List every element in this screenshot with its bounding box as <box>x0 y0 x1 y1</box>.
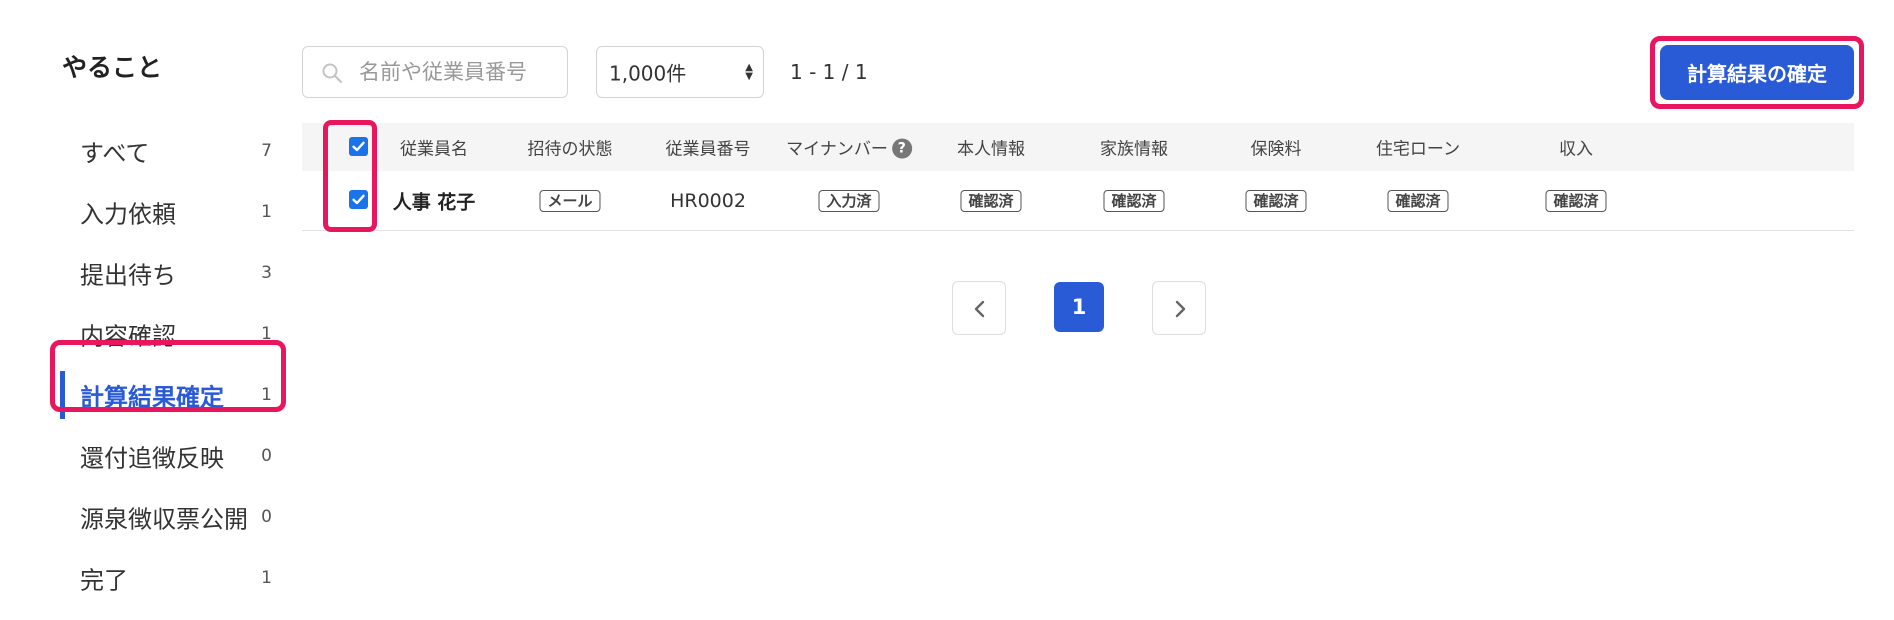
search-icon <box>322 63 343 84</box>
checkmark-icon <box>352 194 365 205</box>
column-header-income: 収入 <box>1559 139 1593 160</box>
status-badge: 確認済 <box>1103 189 1165 212</box>
select-all-checkbox[interactable] <box>349 137 368 156</box>
sidebar-item-count: 7 <box>261 141 272 161</box>
sidebar-item-label: 内容確認 <box>80 322 176 351</box>
sidebar-item-complete[interactable]: 完了 1 <box>60 552 284 604</box>
sidebar-item-content-review[interactable]: 内容確認 1 <box>60 308 284 360</box>
sidebar-item-all[interactable]: すべて 7 <box>60 125 284 177</box>
sidebar-item-count: 3 <box>261 263 272 283</box>
status-badge: メール <box>539 189 601 212</box>
status-badge: 確認済 <box>960 189 1022 212</box>
sidebar-item-label: 完了 <box>80 566 128 595</box>
prev-page-button[interactable] <box>952 281 1006 335</box>
per-page-select[interactable]: 1,000件 ▲ ▼ <box>596 46 764 98</box>
insurance-status-cell: 確認済 <box>1245 189 1307 212</box>
per-page-value: 1,000件 <box>609 61 687 86</box>
employee-name[interactable]: 人事 花子 <box>393 187 476 214</box>
sidebar-item-label: 計算結果確定 <box>80 383 224 412</box>
column-header-name: 従業員名 <box>400 139 468 160</box>
sidebar-item-count: 0 <box>261 446 272 466</box>
search-box <box>302 46 568 98</box>
row-checkbox[interactable] <box>349 190 368 209</box>
sidebar-item-label: すべて <box>80 139 150 168</box>
help-icon[interactable]: ? <box>891 138 912 159</box>
sidebar-item-count: 1 <box>261 202 272 222</box>
employee-number: HR0002 <box>670 189 746 212</box>
family-status-cell: 確認済 <box>1103 189 1165 212</box>
sidebar-item-label: 入力依頼 <box>80 200 176 229</box>
search-input[interactable] <box>359 47 559 97</box>
column-header-personal: 本人情報 <box>957 139 1025 160</box>
active-indicator <box>60 371 65 419</box>
chevron-left-icon <box>974 300 985 318</box>
status-badge: 入力済 <box>818 189 880 212</box>
column-header-loan: 住宅ローン <box>1375 139 1461 160</box>
column-header-mynumber-label: マイナンバー <box>786 139 888 160</box>
next-page-button[interactable] <box>1152 281 1206 335</box>
column-header-number: 従業員番号 <box>665 139 751 160</box>
sidebar-item-label: 提出待ち <box>80 261 176 290</box>
sidebar-item-label: 源泉徴収票公開 <box>80 505 248 534</box>
invite-status-cell: メール <box>539 189 601 212</box>
mynumber-status-cell: 入力済 <box>818 189 880 212</box>
income-status-cell: 確認済 <box>1545 189 1607 212</box>
loan-status-cell: 確認済 <box>1387 189 1449 212</box>
sidebar-item-awaiting-submission[interactable]: 提出待ち 3 <box>60 247 284 299</box>
personal-status-cell: 確認済 <box>960 189 1022 212</box>
column-header-invite: 招待の状態 <box>527 139 613 160</box>
chevron-right-icon <box>1175 300 1186 318</box>
sidebar-item-refund-reflect[interactable]: 還付追徴反映 0 <box>60 430 284 482</box>
sidebar-item-input-request[interactable]: 入力依頼 1 <box>60 186 284 238</box>
column-header-insurance: 保険料 <box>1250 139 1302 160</box>
table-header: 従業員名 招待の状態 従業員番号 マイナンバー? 本人情報 家族情報 保険料 住… <box>302 123 1854 171</box>
sidebar-item-count: 1 <box>261 568 272 588</box>
page-number-current[interactable]: 1 <box>1054 282 1104 332</box>
select-arrows-icon: ▲ ▼ <box>745 62 753 82</box>
status-badge: 確認済 <box>1245 189 1307 212</box>
confirm-calculation-button[interactable]: 計算結果の確定 <box>1660 45 1854 100</box>
sidebar-item-calculation-confirm[interactable]: 計算結果確定 1 <box>60 369 284 421</box>
status-badge: 確認済 <box>1387 189 1449 212</box>
column-header-family: 家族情報 <box>1100 139 1168 160</box>
checkmark-icon <box>352 141 365 152</box>
sidebar-title: やること <box>62 53 163 82</box>
sidebar-item-count: 1 <box>261 324 272 344</box>
result-range: 1 - 1 / 1 <box>790 60 868 84</box>
sidebar-item-count: 1 <box>261 385 272 405</box>
sidebar-item-label: 還付追徴反映 <box>80 444 224 473</box>
table-row: 人事 花子 メール HR0002 入力済 確認済 確認済 確認済 確認済 確認済 <box>302 171 1854 231</box>
sidebar-item-withholding-publish[interactable]: 源泉徴収票公開 0 <box>60 491 284 543</box>
column-header-mynumber: マイナンバー? <box>786 135 912 160</box>
status-badge: 確認済 <box>1545 189 1607 212</box>
sidebar-item-count: 0 <box>261 507 272 527</box>
